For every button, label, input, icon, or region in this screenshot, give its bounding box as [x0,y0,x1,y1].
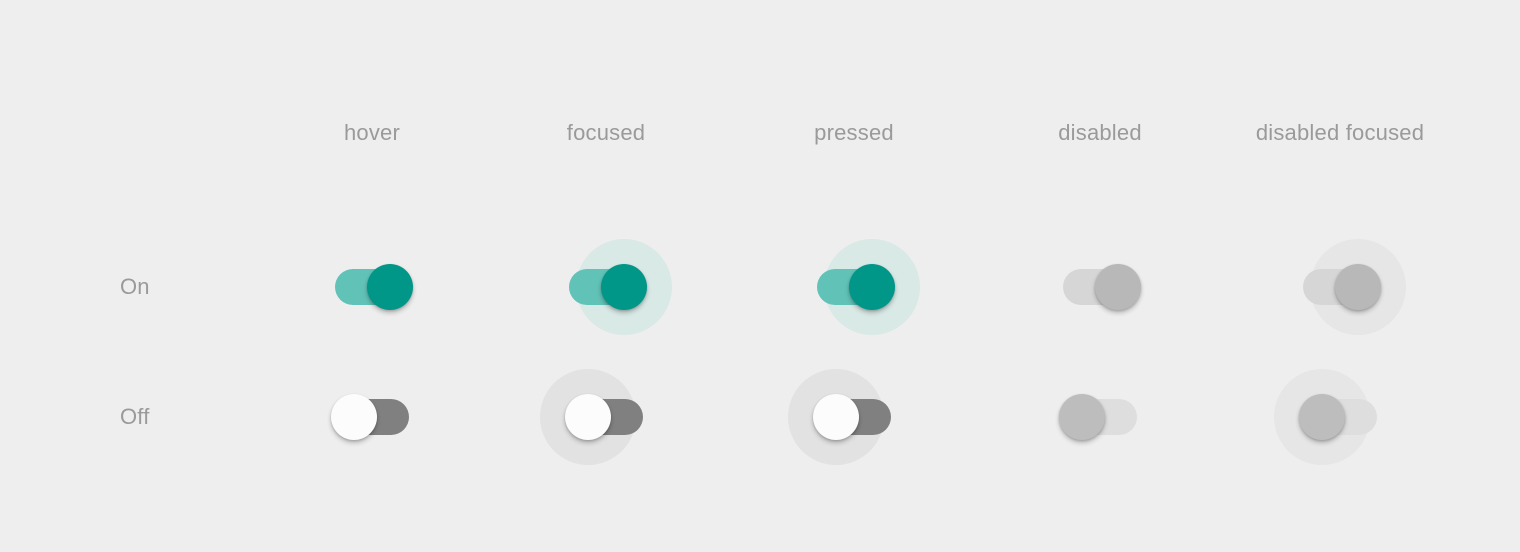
column-header-disabled_focused: disabled focused [1255,120,1425,145]
switch-thumb[interactable] [331,394,377,440]
column-header-focused: focused [566,120,646,145]
switch-thumb[interactable] [367,264,413,310]
switch-off-hover[interactable] [292,337,452,497]
switch-thumb [1095,264,1141,310]
column-header-hover: hover [343,120,401,145]
switch-off-disabled-focused [1260,337,1420,497]
column-header-disabled: disabled [1058,120,1142,145]
switch-off-disabled [1020,337,1180,497]
switch-thumb[interactable] [601,264,647,310]
switch-state-matrix: hover focused pressed disabled disabled focu… [0,0,1520,552]
switch-thumb [1299,394,1345,440]
switch-off-focused[interactable] [526,337,686,497]
row-label-on: On [120,274,150,299]
row-label-off: Off [120,404,150,429]
switch-thumb [1059,394,1105,440]
switch-thumb[interactable] [565,394,611,440]
switch-thumb[interactable] [813,394,859,440]
column-header-pressed: pressed [814,120,894,145]
switch-thumb [1335,264,1381,310]
switch-off-pressed[interactable] [774,337,934,497]
switch-thumb[interactable] [849,264,895,310]
